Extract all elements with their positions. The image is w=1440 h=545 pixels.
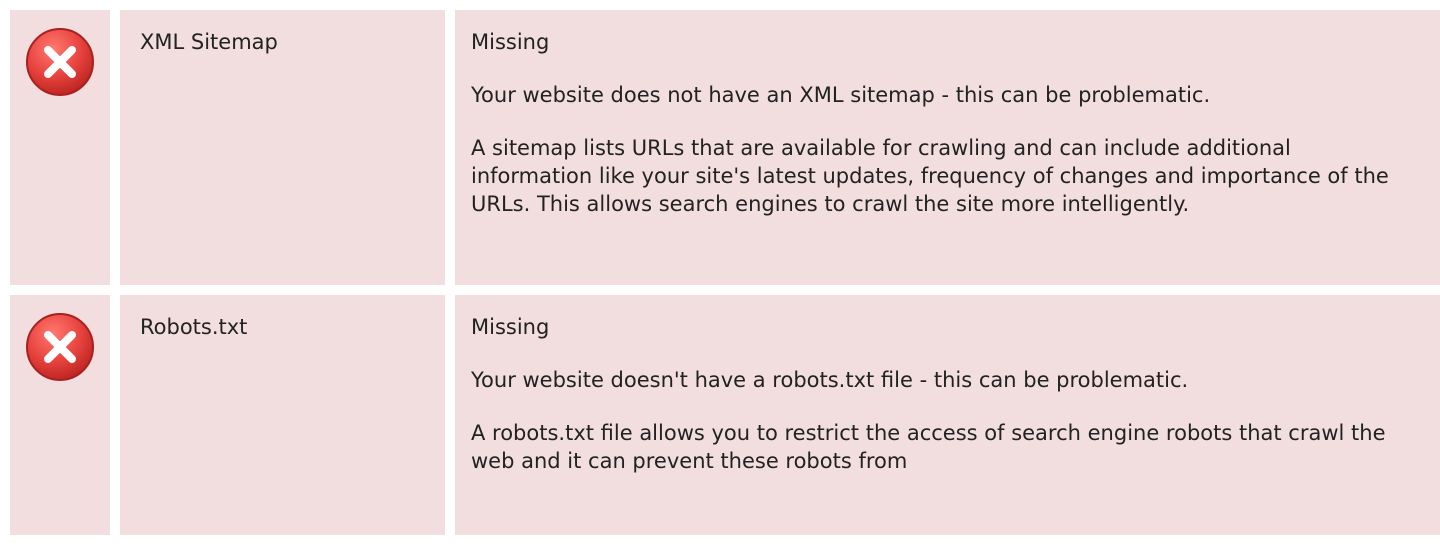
check-result: Missing Your website doesn't have a robo… xyxy=(455,295,1440,535)
check-row-robots-txt: Robots.txt Missing Your website doesn't … xyxy=(10,295,1440,535)
check-details: A robots.txt file allows you to restrict… xyxy=(471,421,1386,473)
check-summary: Your website doesn't have a robots.txt f… xyxy=(471,368,1189,392)
status-icon-cell xyxy=(10,295,110,535)
check-name: XML Sitemap xyxy=(120,10,445,285)
error-icon xyxy=(26,28,94,96)
error-icon xyxy=(26,313,94,381)
check-details: A sitemap lists URLs that are available … xyxy=(471,136,1389,216)
check-row-xml-sitemap: XML Sitemap Missing Your website does no… xyxy=(10,10,1440,285)
seo-report-table: XML Sitemap Missing Your website does no… xyxy=(10,10,1440,545)
check-status: Missing xyxy=(471,315,550,339)
check-result: Missing Your website does not have an XM… xyxy=(455,10,1440,285)
status-icon-cell xyxy=(10,10,110,285)
check-status: Missing xyxy=(471,30,550,54)
check-name: Robots.txt xyxy=(120,295,445,535)
check-summary: Your website does not have an XML sitema… xyxy=(471,83,1211,107)
